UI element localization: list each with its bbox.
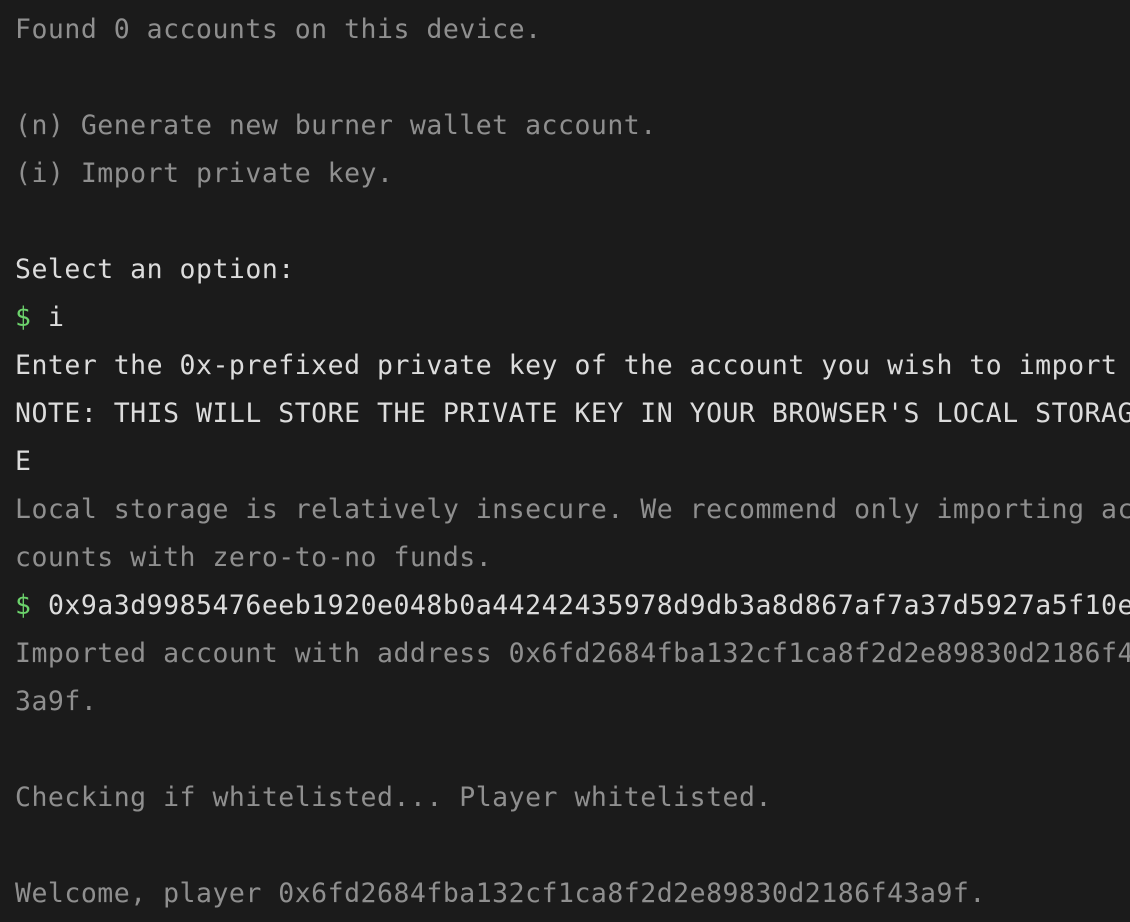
imported-account-line-1: Imported account with address 0x6fd2684f… [15, 638, 1130, 669]
insecure-warning-line-1: Local storage is relatively insecure. We… [15, 494, 1130, 525]
storage-note-line-2: E [15, 446, 32, 477]
select-option-prompt: Select an option: [15, 254, 295, 285]
imported-account-line-2: 3a9f. [15, 686, 98, 717]
storage-note-line-1: NOTE: THIS WILL STORE THE PRIVATE KEY IN… [15, 398, 1130, 429]
option-input-line: $ i [15, 294, 1130, 342]
insecure-warning-line-2: counts with zero-to-no funds. [15, 542, 493, 573]
found-accounts-line: Found 0 accounts on this device. [15, 14, 542, 45]
prompt-symbol: $ [15, 302, 32, 333]
option-new-account: (n) Generate new burner wallet account. [15, 110, 657, 141]
whitelist-check-line: Checking if whitelisted... Player whitel… [15, 782, 772, 813]
option-import-key: (i) Import private key. [15, 158, 394, 189]
enter-key-prompt: Enter the 0x-prefixed private key of the… [15, 350, 1118, 381]
option-input-value: i [47, 302, 65, 333]
welcome-line: Welcome, player 0x6fd2684fba132cf1ca8f2d… [15, 878, 986, 909]
prompt-symbol: $ [15, 590, 32, 621]
private-key-input-line: $ 0x9a3d9985476eeb1920e048b0a44242435978… [15, 582, 1130, 630]
private-key-input-value: 0x9a3d9985476eeb1920e048b0a44242435978d9… [47, 590, 1130, 621]
terminal-window[interactable]: Found 0 accounts on this device. (n) Gen… [0, 0, 1130, 922]
